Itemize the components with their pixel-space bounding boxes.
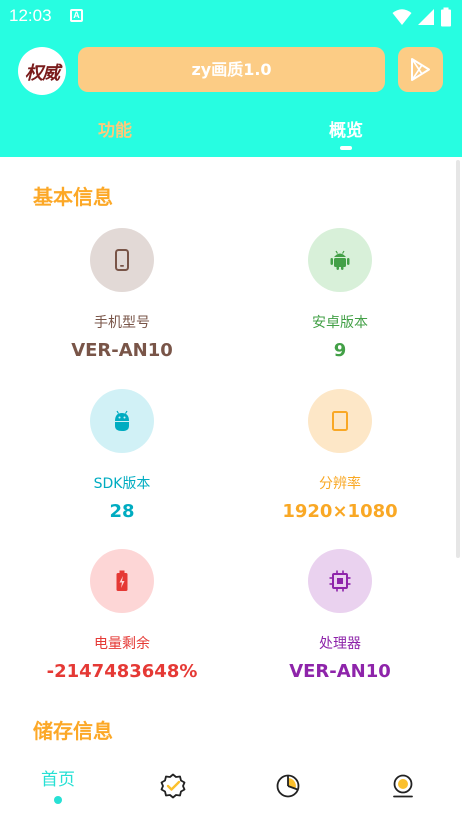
info-value: 1920×1080 xyxy=(282,501,398,522)
sdk-icon-circle xyxy=(90,389,154,453)
info-label: 手机型号 xyxy=(94,315,150,331)
info-value: 28 xyxy=(109,501,135,522)
info-item-battery: 电量剩余 -2147483648% xyxy=(22,549,222,682)
screen-icon-circle xyxy=(308,389,372,453)
info-label: 安卓版本 xyxy=(312,315,368,331)
info-value: 9 xyxy=(333,340,347,361)
avatar[interactable]: 权威 xyxy=(18,47,66,95)
app-title-button[interactable]: zy画质1.0 xyxy=(78,47,385,92)
verified-badge-icon xyxy=(160,773,186,799)
chip-icon-circle xyxy=(308,549,372,613)
info-item-sdk-version: SDK版本 28 xyxy=(22,389,222,522)
tab-functions[interactable]: 功能 xyxy=(75,116,155,141)
app-title: zy画质1.0 xyxy=(191,60,272,79)
phone-icon-circle xyxy=(90,228,154,292)
info-item-resolution: 分辨率 1920×1080 xyxy=(240,389,440,522)
android-icon xyxy=(330,250,350,270)
play-button[interactable] xyxy=(398,47,443,92)
sdk-android-icon xyxy=(115,410,129,431)
status-icons xyxy=(392,6,452,26)
screen-icon xyxy=(332,411,348,431)
nav-active-dot xyxy=(54,796,62,804)
info-value: VER-AN10 xyxy=(71,340,173,361)
signal-icon xyxy=(417,8,434,25)
notification-icon: A xyxy=(70,9,83,22)
android-icon-circle xyxy=(308,228,372,292)
info-item-processor: 处理器 VER-AN10 xyxy=(240,549,440,682)
battery-icon-circle xyxy=(90,549,154,613)
scrollbar[interactable] xyxy=(456,160,460,558)
info-value: -2147483648% xyxy=(46,661,198,682)
info-label: 分辨率 xyxy=(319,476,361,492)
wifi-icon xyxy=(392,8,412,25)
nav-item-home[interactable]: 首页 xyxy=(18,755,98,804)
tab-overview[interactable]: 概览 xyxy=(306,116,386,141)
info-item-phone-model: 手机型号 VER-AN10 xyxy=(22,228,222,361)
nav-item-verified[interactable] xyxy=(133,755,213,803)
profile-icon xyxy=(393,774,413,798)
play-store-icon xyxy=(411,58,430,81)
phone-icon xyxy=(115,249,129,271)
nav-item-profile[interactable] xyxy=(363,755,443,803)
info-item-android-version: 安卓版本 9 xyxy=(240,228,440,361)
section-title-basic-info: 基本信息 xyxy=(33,185,113,209)
pie-chart-icon xyxy=(276,774,300,798)
battery-status-icon xyxy=(441,7,451,26)
status-time: 12:03 xyxy=(9,6,52,25)
nav-item-stats[interactable] xyxy=(248,755,328,803)
info-label: 电量剩余 xyxy=(94,636,150,652)
avatar-text: 权威 xyxy=(25,63,60,84)
battery-icon xyxy=(116,570,128,591)
info-value: VER-AN10 xyxy=(289,661,391,682)
chip-icon xyxy=(329,570,351,592)
bottom-navigation: 首页 xyxy=(0,755,462,821)
status-bar: 12:03 A xyxy=(0,0,462,32)
info-label: SDK版本 xyxy=(93,476,151,492)
nav-home-label: 首页 xyxy=(41,770,75,790)
section-title-storage-info: 储存信息 xyxy=(33,719,113,743)
tab-indicator xyxy=(340,146,352,150)
info-label: 处理器 xyxy=(319,636,361,652)
